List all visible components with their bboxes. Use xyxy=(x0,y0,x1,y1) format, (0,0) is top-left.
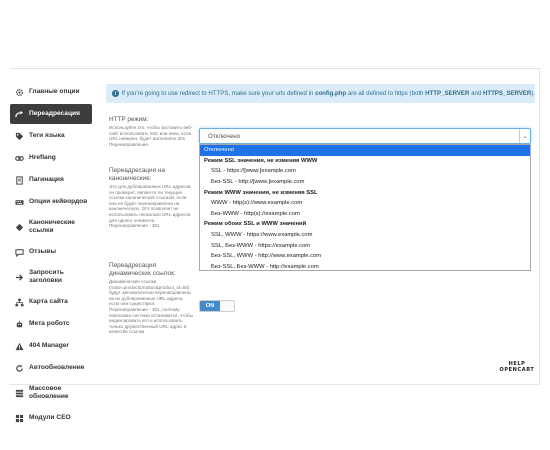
bulk-icon xyxy=(14,388,24,398)
sidebar-item-label: Автообновление xyxy=(29,364,85,371)
dynamic-redirect-help: Динамические ссылки (route=product/produ… xyxy=(109,279,193,335)
sidebar-item-label: Массовое обновление xyxy=(29,385,69,400)
option-www[interactable]: WWW - http(s)://www.example.com xyxy=(200,198,530,209)
sidebar-item-label: Опции кейвордов xyxy=(29,198,88,205)
sidebar-item-label: Запросить заголовки xyxy=(29,269,64,284)
warning-icon xyxy=(14,341,24,351)
sidebar-item-hreflang[interactable]: Hreflang xyxy=(10,148,92,168)
dynamic-redirect-label: Переадресация динамических ссылок: xyxy=(109,262,176,277)
sidebar-item-label: Hreflang xyxy=(29,154,56,161)
gear-icon xyxy=(14,87,24,97)
toggle-on-label: ON xyxy=(200,301,220,311)
keyboard-icon xyxy=(14,197,24,207)
sidebar-item-label: Модули CEO xyxy=(29,414,71,421)
sidebar-item-label: Мета роботс xyxy=(29,320,70,327)
option-ssl-non-www[interactable]: SSL, Без-WWW - https://example.com xyxy=(200,240,530,251)
optgroup-www: Режим WWW значения, не изменяя SSL xyxy=(204,189,318,196)
watermark-line-2: OPENCART xyxy=(499,367,535,373)
https-mode-label: HTTP режим: xyxy=(109,116,149,123)
optgroup-ssl: Режим SSL значения, не изменяя WWW xyxy=(204,157,318,164)
https-info-banner: i If you're going to use redirect to HTT… xyxy=(106,84,535,103)
tag-icon xyxy=(14,131,24,141)
robot-icon xyxy=(14,319,24,329)
https-mode-select[interactable]: Отключено ⌄ xyxy=(199,128,531,144)
request-icon xyxy=(14,272,24,282)
sitemap-icon xyxy=(14,297,24,307)
sidebar: Главные опции Переадресация Теги языка H… xyxy=(10,82,92,428)
sidebar-item-redirect[interactable]: Переадресация xyxy=(10,104,92,124)
option-non-ssl-non-www[interactable]: Без-SSL, Без-WWW - http://example.com xyxy=(200,262,530,273)
sidebar-item-label: Главные опции xyxy=(29,88,80,95)
sidebar-item-404-manager[interactable]: 404 Manager xyxy=(10,336,92,356)
option-non-ssl-www[interactable]: Без-SSL, WWW - http://www.example.com xyxy=(200,251,530,262)
sidebar-item-label: Отзывы xyxy=(29,248,56,255)
dynamic-redirect-toggle[interactable]: ON xyxy=(199,300,235,312)
sidebar-item-label: Теги языка xyxy=(29,132,65,139)
option-ssl-https[interactable]: SSL - https://[www.]example.com xyxy=(200,166,530,177)
https-mode-description: HTTP режим: Используйте это, чтобы заста… xyxy=(109,116,194,147)
sidebar-item-seo-modules[interactable]: Модули CEO xyxy=(10,408,92,428)
redirect-icon xyxy=(14,109,24,119)
sidebar-item-label: Переадресация xyxy=(29,110,80,117)
select-value: Отключено xyxy=(208,132,241,140)
option-non-ssl-http[interactable]: Без-SSL - http://[www.]example.com xyxy=(200,177,530,188)
sidebar-item-keyword-options[interactable]: Опции кейвордов xyxy=(10,192,92,212)
sidebar-item-language-tags[interactable]: Теги языка xyxy=(10,126,92,146)
sidebar-item-label: 404 Manager xyxy=(29,342,69,349)
option-non-www[interactable]: Без-WWW - http(s)://example.com xyxy=(200,209,530,220)
sidebar-item-label: Канонические ссылки xyxy=(29,219,75,234)
sidebar-item-main-options[interactable]: Главные опции xyxy=(10,82,92,102)
sidebar-item-reviews[interactable]: Отзывы xyxy=(10,242,92,262)
sidebar-item-request-headers[interactable]: Запросить заголовки xyxy=(10,264,92,290)
canonical-redirect-help: Это для дублированных URL-адресов, он пр… xyxy=(109,184,192,229)
https-mode-options: Отключено Режим SSL значения, не изменяя… xyxy=(199,144,531,271)
info-text: If you're going to use redirect to HTTPS… xyxy=(121,90,535,97)
dynamic-redirect-description: Переадресация динамических ссылок: Динам… xyxy=(109,262,194,335)
https-mode-help: Используйте это, чтобы заставить веб-сай… xyxy=(109,125,193,147)
comment-icon xyxy=(14,247,24,257)
sidebar-item-meta-robots[interactable]: Мета роботс xyxy=(10,314,92,334)
info-icon: i xyxy=(112,90,119,97)
toggle-off-area xyxy=(220,301,234,311)
help-opencart-watermark: HELP OPENCART xyxy=(497,361,537,383)
option-disabled[interactable]: Отключено xyxy=(200,145,530,156)
sidebar-item-bulk-update[interactable]: Массовое обновление xyxy=(10,380,92,406)
sidebar-item-canonical-links[interactable]: Канонические ссылки xyxy=(10,214,92,240)
sidebar-item-label: Пагинация xyxy=(29,176,64,183)
sidebar-item-sitemap[interactable]: Карта сайта xyxy=(10,292,92,312)
chevron-down-icon[interactable]: ⌄ xyxy=(519,129,530,143)
pages-icon xyxy=(14,175,24,185)
canonical-icon xyxy=(14,222,24,232)
canonical-redirect-label: Переадресация на канонические: xyxy=(109,167,165,182)
sidebar-item-pagination[interactable]: Пагинация xyxy=(10,170,92,190)
optgroup-ssl-www: Режим обоих SSL и WWW значений xyxy=(204,221,307,228)
refresh-icon xyxy=(14,363,24,373)
sidebar-item-label: Карта сайта xyxy=(29,298,68,305)
sidebar-item-auto-update[interactable]: Автообновление xyxy=(10,358,92,378)
link-icon xyxy=(14,153,24,163)
module-icon xyxy=(14,413,24,423)
canonical-redirect-description: Переадресация на канонические: Это для д… xyxy=(109,167,194,229)
option-ssl-www[interactable]: SSL, WWW - https://www.example.com xyxy=(200,230,530,241)
